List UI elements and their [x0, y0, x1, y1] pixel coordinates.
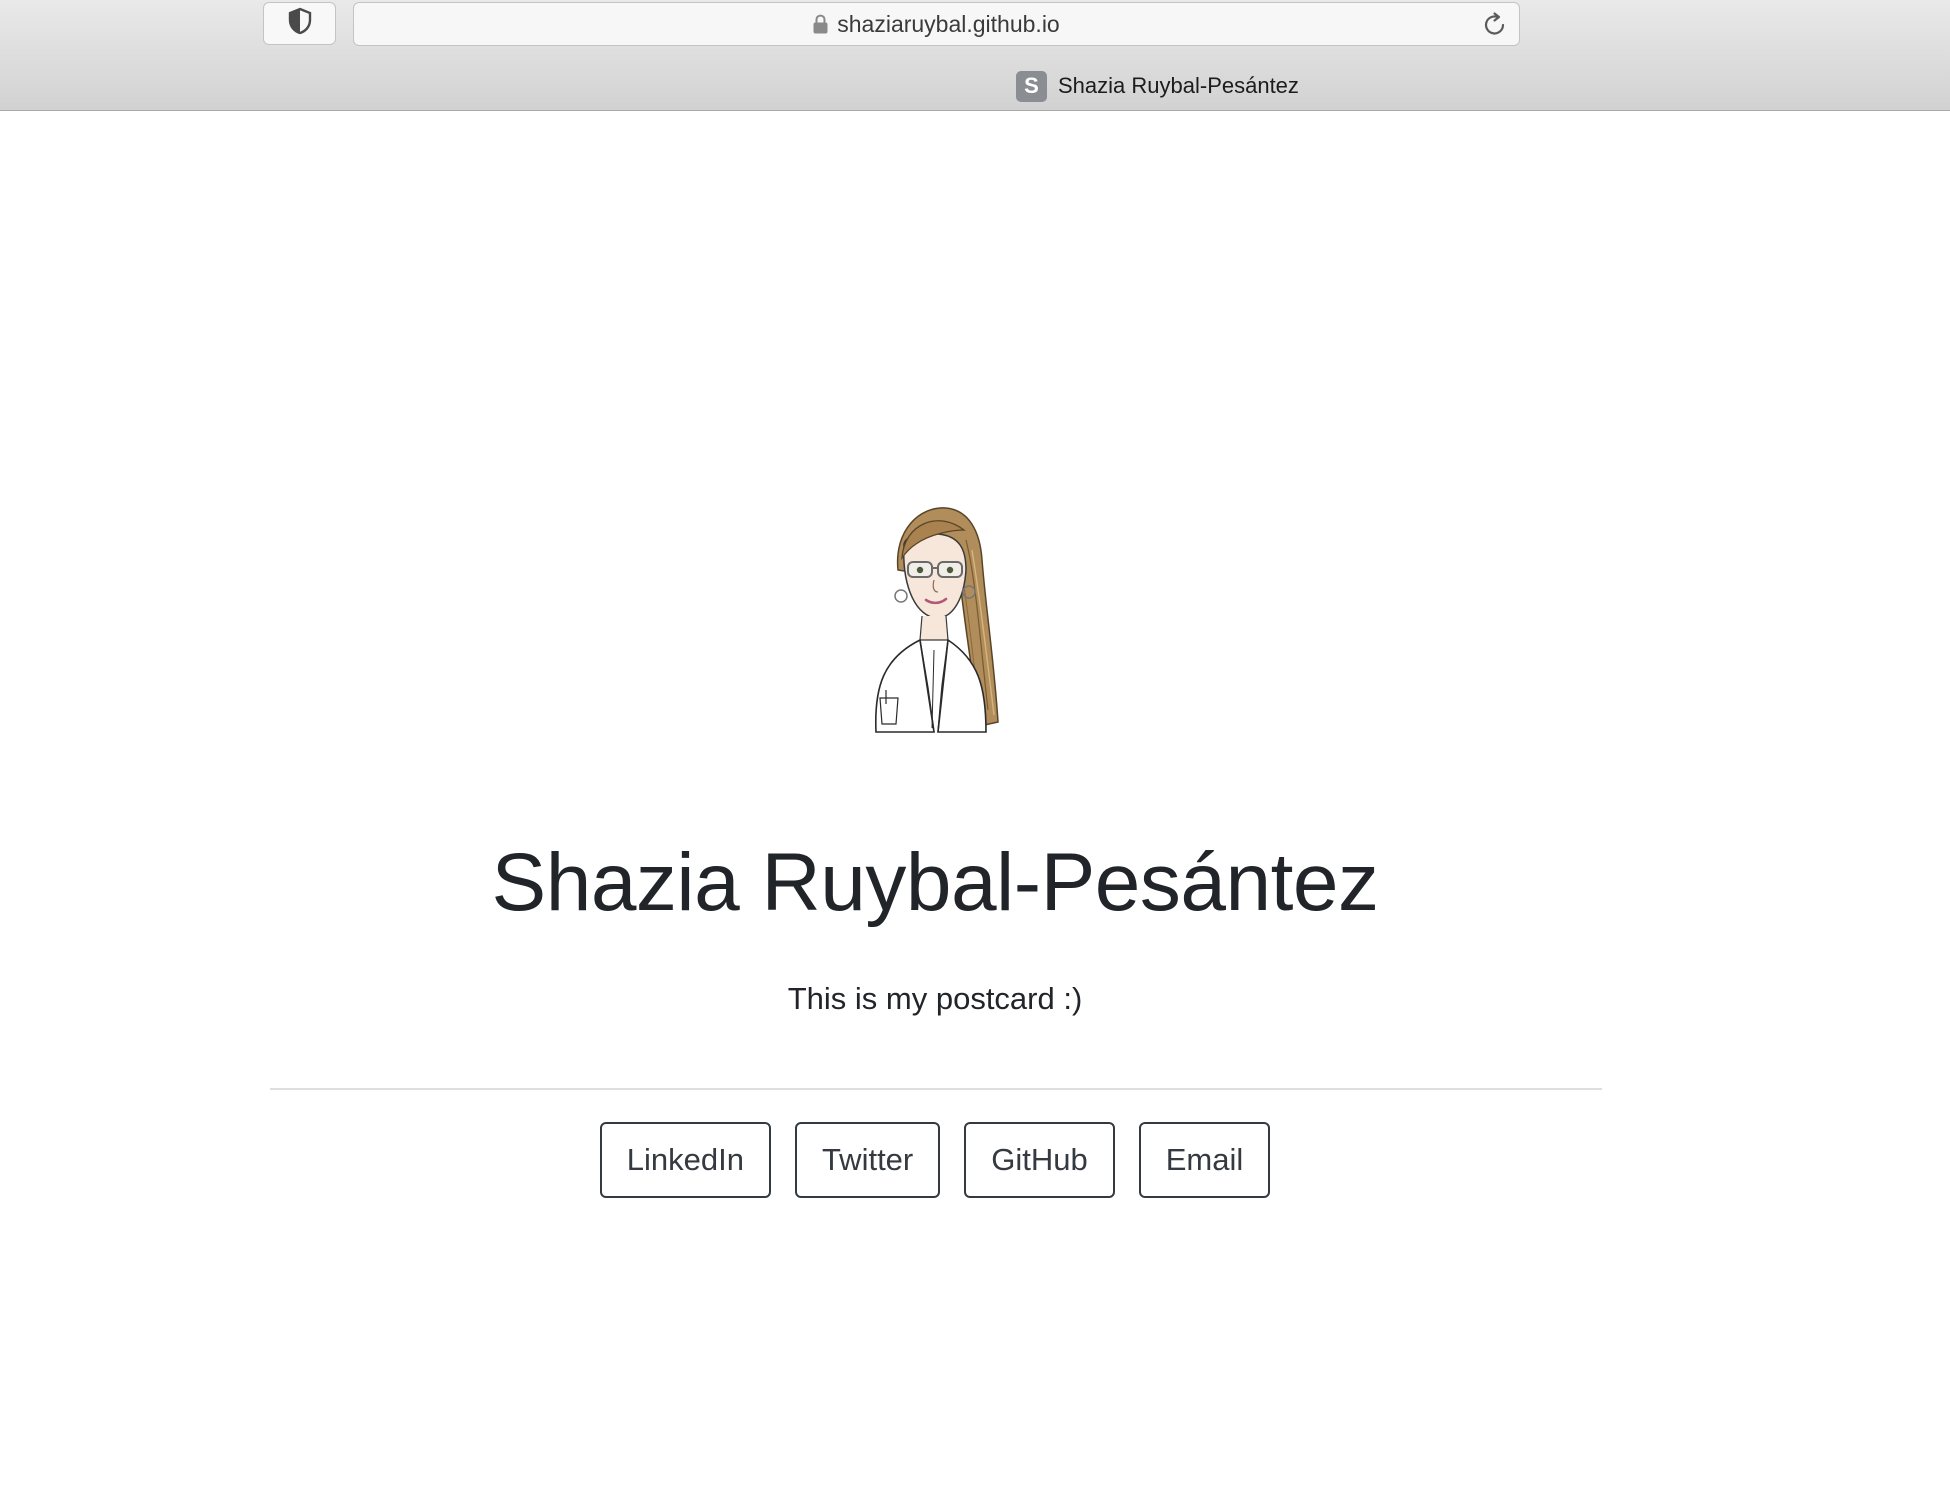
favicon-icon: S	[1016, 70, 1047, 102]
url-text[interactable]: shaziaruybal.github.io	[837, 11, 1059, 38]
page-title: Shazia Ruybal-Pesántez	[491, 837, 1379, 928]
email-button[interactable]: Email	[1138, 1122, 1271, 1198]
reload-icon[interactable]	[1481, 11, 1509, 39]
avatar	[868, 500, 1002, 736]
privacy-report-button[interactable]	[263, 2, 336, 45]
shield-icon	[287, 7, 313, 40]
tab-active[interactable]: S Shazia Ruybal-Pesántez	[1016, 70, 1299, 102]
lock-icon	[813, 14, 828, 34]
social-links: LinkedIn Twitter GitHub Email	[0, 1122, 1870, 1198]
twitter-button[interactable]: Twitter	[794, 1122, 941, 1198]
page-subtitle: This is my postcard :)	[787, 981, 1083, 1016]
tab-title: Shazia Ruybal-Pesántez	[1058, 73, 1299, 98]
divider	[270, 1088, 1602, 1090]
browser-toolbar: shaziaruybal.github.io S Shazia Ruybal-P…	[0, 0, 1950, 111]
address-bar[interactable]: shaziaruybal.github.io	[353, 2, 1520, 46]
github-button[interactable]: GitHub	[964, 1122, 1115, 1198]
linkedin-button[interactable]: LinkedIn	[599, 1122, 771, 1198]
